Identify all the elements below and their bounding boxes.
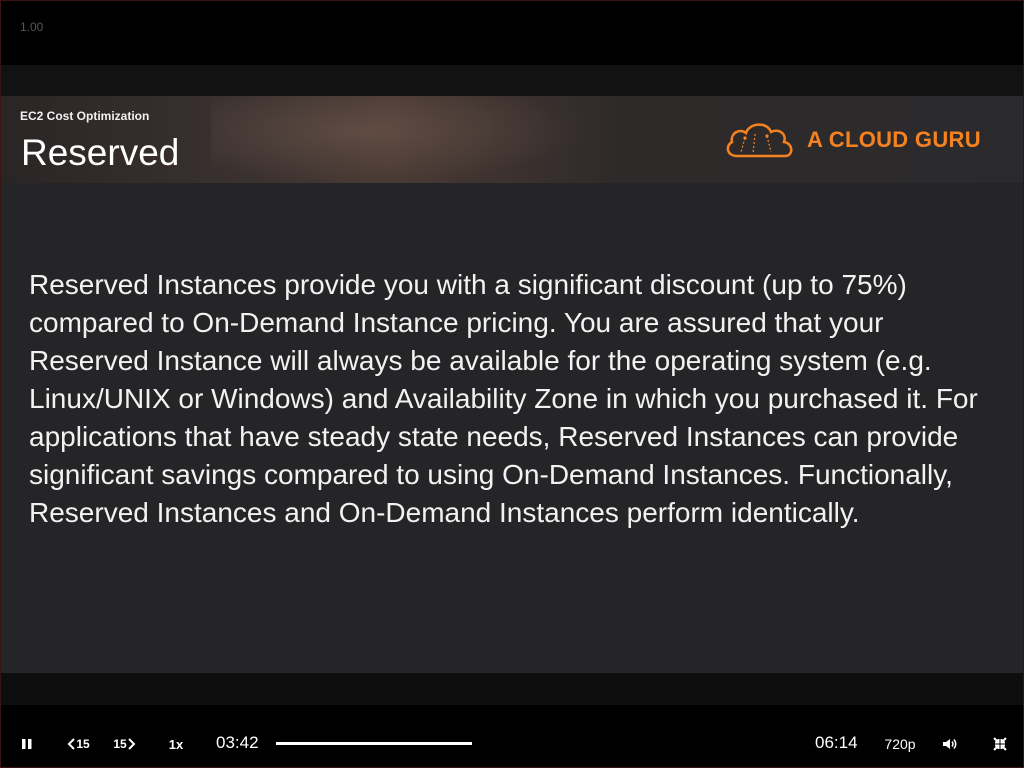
control-bar: 15 15 1x 03:42 06:14 720p — [1, 717, 1023, 767]
quality-button[interactable]: 720p — [879, 731, 921, 757]
forward-15-button[interactable]: 15 — [110, 731, 140, 757]
pause-button[interactable] — [16, 731, 38, 757]
rewind-15-label: 15 — [76, 737, 90, 751]
course-label: EC2 Cost Optimization — [20, 109, 150, 123]
letterbox-bottom — [1, 673, 1023, 705]
exit-fullscreen-button[interactable] — [989, 731, 1011, 757]
video-player[interactable]: 1.00 EC2 Cost Optimization Reserved A CL… — [0, 0, 1024, 768]
playback-rate-readout: 1.00 — [20, 20, 44, 34]
letterbox-top — [1, 65, 1023, 97]
volume-icon — [943, 739, 957, 749]
presenter-background — [211, 96, 591, 183]
volume-button[interactable] — [939, 731, 961, 757]
slide-body-text: Reserved Instances provide you with a si… — [29, 269, 978, 528]
rewind-15-button[interactable]: 15 — [63, 731, 93, 757]
playback-speed-button[interactable]: 1x — [161, 731, 191, 757]
progress-bar[interactable] — [276, 742, 472, 745]
cloud-logo-icon — [726, 123, 793, 158]
total-time: 06:14 — [815, 733, 858, 752]
forward-15-icon — [127, 738, 136, 750]
rewind-15-icon — [67, 738, 76, 750]
exit-fullscreen-icon — [993, 737, 1007, 751]
brand-name: A CLOUD GURU — [807, 127, 981, 152]
pause-icon — [22, 739, 32, 749]
forward-15-label: 15 — [113, 737, 127, 751]
current-time: 03:42 — [216, 733, 259, 752]
slide-title: Reserved — [21, 132, 180, 173]
video-frame[interactable]: EC2 Cost Optimization Reserved A CLOUD G… — [1, 96, 1023, 673]
brand-logo: A CLOUD GURU — [723, 118, 981, 162]
slide-header: EC2 Cost Optimization Reserved A CLOUD G… — [1, 96, 1023, 183]
